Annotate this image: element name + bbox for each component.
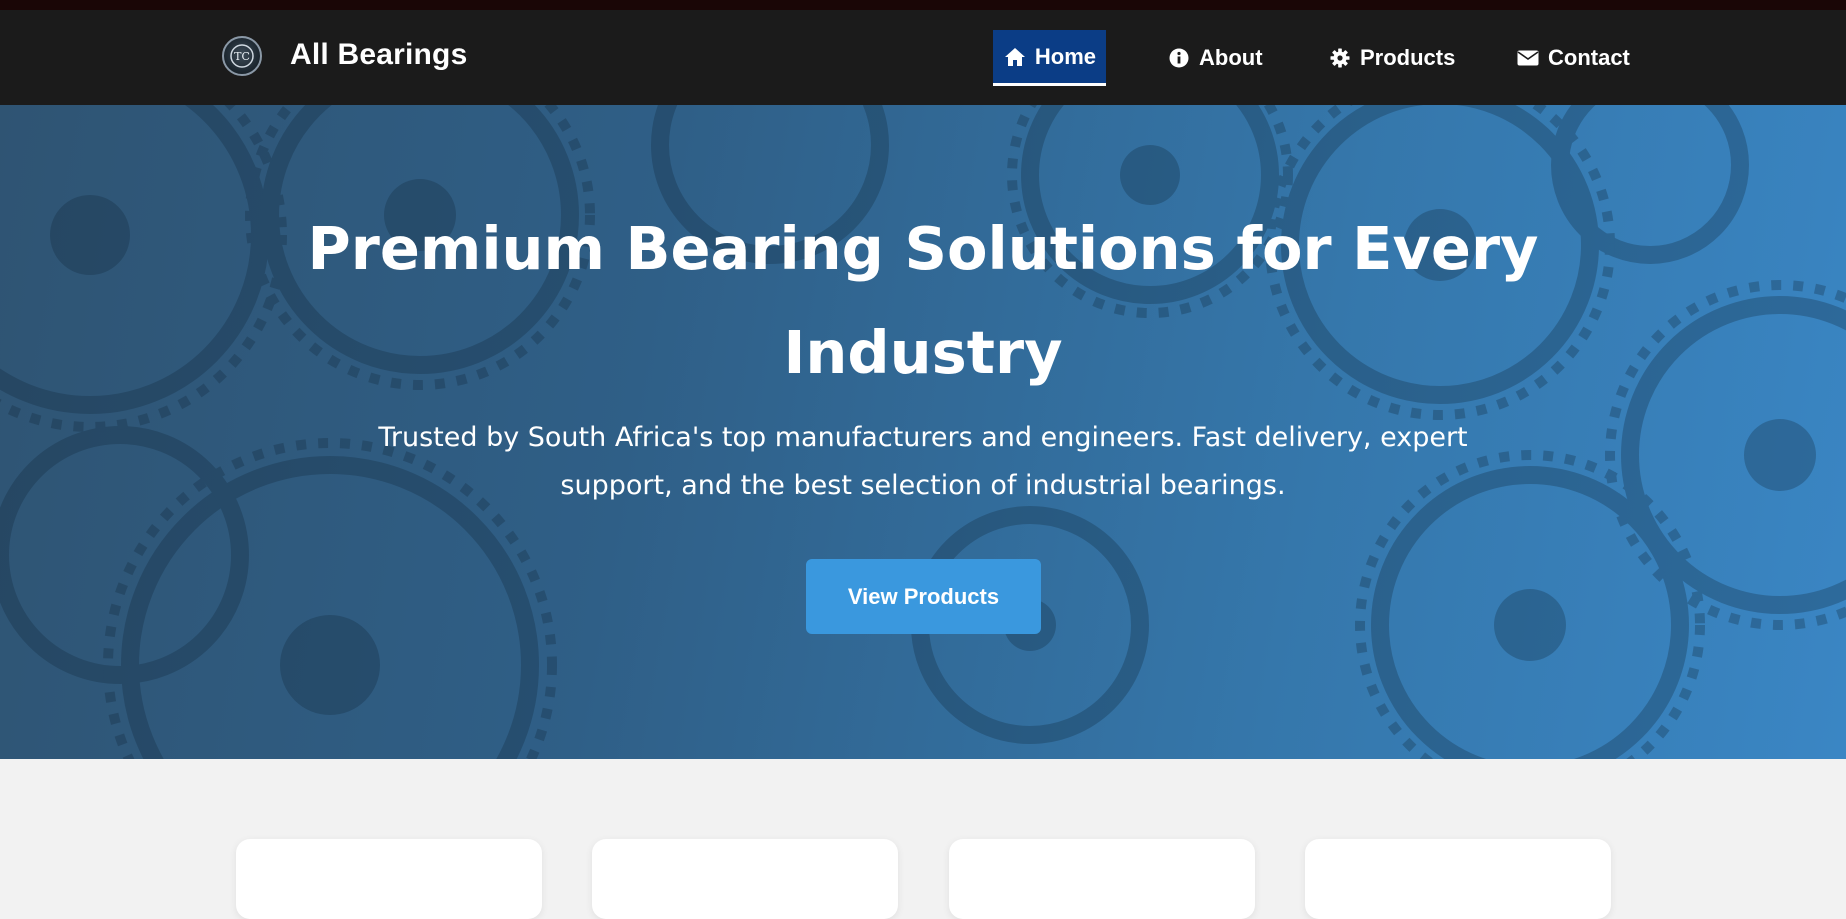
nav-item-label: About (1199, 45, 1263, 70)
gear-icon (1328, 46, 1352, 70)
hero-title: Premium Bearing Solutions for Every Indu… (307, 214, 1539, 387)
brand-name[interactable]: All Bearings (290, 38, 467, 72)
nav-item-contact[interactable]: Contact (1506, 30, 1640, 86)
hero-subtitle: Trusted by South Africa's top manufactur… (378, 422, 1468, 501)
nav-item-label: Home (1034, 43, 1096, 69)
feature-cards-section (0, 759, 1846, 919)
nav-item-products[interactable]: Products (1318, 30, 1465, 86)
svg-text:TC: TC (234, 50, 250, 63)
feature-card[interactable] (592, 839, 898, 919)
navbar: TC All Bearings Home About Products Cont… (0, 10, 1846, 105)
envelope-icon (1516, 46, 1540, 70)
nav-item-label: Contact (1548, 45, 1630, 70)
feature-card[interactable] (1305, 839, 1611, 919)
top-strip (0, 0, 1846, 10)
nav-item-label: Products (1360, 45, 1456, 70)
feature-card[interactable] (236, 839, 542, 919)
feature-card[interactable] (949, 839, 1255, 919)
nav-item-about[interactable]: About (1157, 30, 1273, 86)
logo-mark-icon: TC (230, 44, 254, 68)
hero-section: Premium Bearing Solutions for Every Indu… (0, 105, 1846, 759)
home-icon (1003, 45, 1027, 69)
info-icon (1167, 46, 1191, 70)
nav-item-home[interactable]: Home (993, 30, 1106, 86)
brand-logo[interactable]: TC (222, 36, 262, 76)
view-products-button[interactable]: View Products (806, 559, 1041, 634)
